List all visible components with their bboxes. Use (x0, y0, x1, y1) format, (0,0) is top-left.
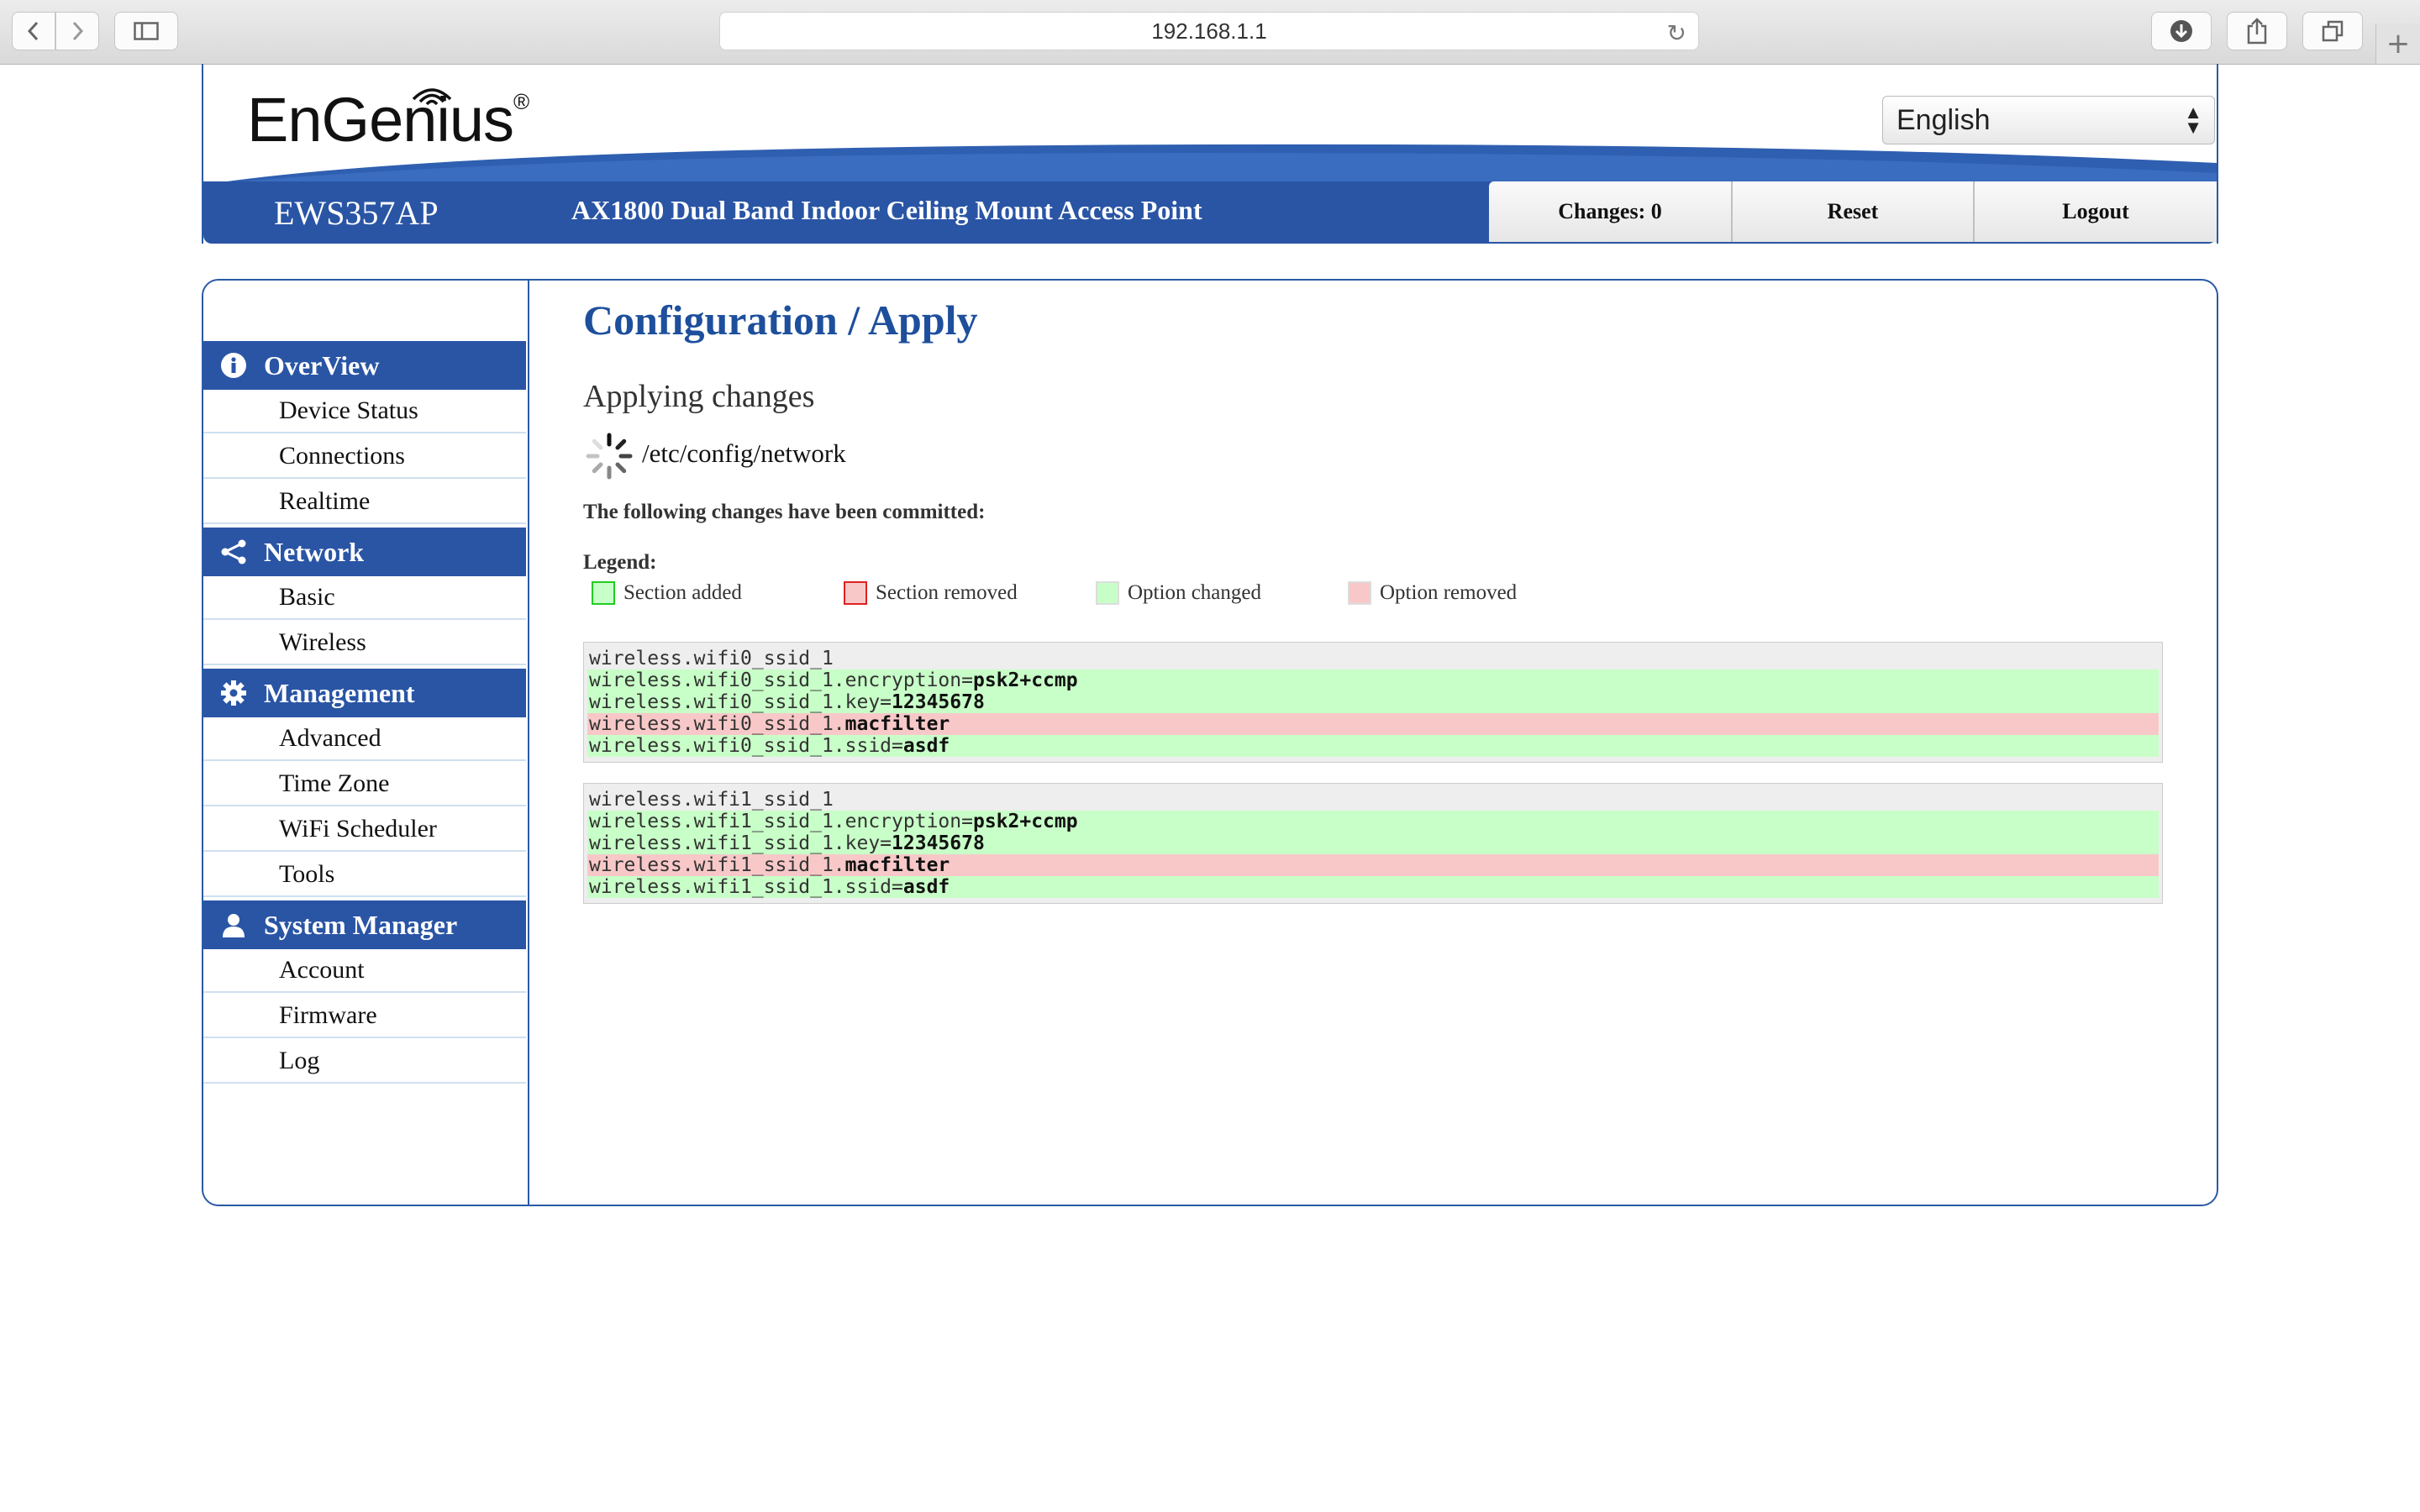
sidebar-section-label: Network (264, 536, 365, 567)
sidebar-item-wireless[interactable]: Wireless (203, 622, 526, 665)
sidebar: OverView Device Status Connections Realt… (203, 281, 529, 1205)
sidebar-item-connections[interactable]: Connections (203, 435, 526, 479)
legend-section-added: Section added (592, 581, 742, 605)
tabs-icon[interactable] (2302, 12, 2363, 50)
sidebar-section-label: OverView (264, 349, 380, 381)
legend-label: Section removed (876, 581, 1018, 604)
diff-line: wireless.wifi1_ssid_1.encryption=psk2+cc… (587, 811, 2159, 832)
sidebar-item-advanced[interactable]: Advanced (203, 717, 526, 761)
sidebar-icon[interactable] (114, 12, 178, 50)
diff-line: wireless.wifi1_ssid_1 (589, 789, 834, 811)
header-bar: EWS357AP AX1800 Dual Band Indoor Ceiling… (203, 181, 2217, 244)
diff-line: wireless.wifi0_ssid_1.macfilter (587, 713, 2159, 735)
gear-icon (218, 678, 249, 708)
wifi-logo-icon (412, 88, 452, 106)
legend-swatch (1096, 581, 1119, 605)
diff-line: wireless.wifi0_ssid_1.encryption=psk2+cc… (587, 669, 2159, 691)
sidebar-item-tools[interactable]: Tools (203, 853, 526, 897)
applying-heading: Applying changes (583, 379, 815, 414)
forward-icon[interactable] (55, 12, 99, 50)
sidebar-section-label: System Manager (264, 909, 458, 940)
select-arrows-icon: ▲ ▼ (2184, 102, 2202, 138)
user-icon (218, 910, 249, 940)
share-network-icon (218, 537, 249, 567)
diff-line: wireless.wifi1_ssid_1.key=12345678 (587, 832, 2159, 854)
sidebar-section-overview[interactable]: OverView (203, 341, 526, 390)
legend-label: Option removed (1380, 581, 1518, 604)
logout-button[interactable]: Logout (1973, 181, 2217, 242)
page-title: Configuration / Apply (583, 297, 978, 344)
diff-line: wireless.wifi1_ssid_1.ssid=asdf (587, 876, 2159, 898)
sidebar-section-management[interactable]: Management (203, 669, 526, 717)
diff-line: wireless.wifi0_ssid_1.key=12345678 (587, 691, 2159, 713)
sidebar-item-firmware[interactable]: Firmware (203, 995, 526, 1038)
new-tab-icon[interactable]: + (2375, 24, 2420, 64)
sidebar-section-label: Management (264, 677, 415, 708)
legend-title: Legend: (583, 551, 657, 574)
sidebar-item-basic[interactable]: Basic (203, 576, 526, 620)
sidebar-item-account[interactable]: Account (203, 949, 526, 993)
browser-toolbar: 192.168.1.1 ↻ + (0, 0, 2420, 65)
loading-spinner-icon (586, 433, 633, 480)
language-value: English (1897, 103, 1991, 136)
share-icon[interactable] (2227, 12, 2287, 50)
diff-line: wireless.wifi1_ssid_1.macfilter (587, 854, 2159, 876)
download-icon[interactable] (2151, 12, 2212, 50)
sidebar-section-network[interactable]: Network (203, 528, 526, 576)
reset-button[interactable]: Reset (1731, 181, 1973, 242)
content-area: Configuration / Apply Applying changes /… (528, 281, 2217, 1205)
model-name: EWS357AP (274, 194, 439, 232)
config-path: /etc/config/network (642, 438, 846, 468)
header-swoosh (203, 144, 2217, 185)
legend-swatch (1348, 581, 1371, 605)
back-icon[interactable] (12, 12, 55, 50)
diff-block-wifi0: wireless.wifi0_ssid_1 wireless.wifi0_ssi… (583, 642, 2163, 763)
model-description: AX1800 Dual Band Indoor Ceiling Mount Ac… (571, 195, 1202, 225)
sidebar-item-realtime[interactable]: Realtime (203, 480, 526, 524)
diff-line: wireless.wifi0_ssid_1 (589, 648, 834, 669)
legend-option-removed: Option removed (1348, 581, 1517, 605)
sidebar-item-wifi-scheduler[interactable]: WiFi Scheduler (203, 808, 526, 852)
sidebar-item-log[interactable]: Log (203, 1040, 526, 1084)
sidebar-section-system-manager[interactable]: System Manager (203, 900, 526, 949)
legend-swatch (592, 581, 615, 605)
address-bar[interactable]: 192.168.1.1 ↻ (719, 12, 1699, 50)
page-header: EnGenius® English ▲ ▼ EWS357AP AX1800 Dua… (202, 64, 2218, 244)
legend-section-removed: Section removed (844, 581, 1018, 605)
changes-button[interactable]: Changes: 0 (1489, 181, 1731, 242)
sidebar-item-time-zone[interactable]: Time Zone (203, 763, 526, 806)
legend-option-changed: Option changed (1096, 581, 1261, 605)
committed-text: The following changes have been committe… (583, 501, 986, 523)
sidebar-item-device-status[interactable]: Device Status (203, 390, 526, 433)
legend-label: Section added (623, 581, 742, 604)
info-icon (218, 350, 249, 381)
legend-label: Option changed (1128, 581, 1261, 604)
main-panel: OverView Device Status Connections Realt… (202, 279, 2218, 1206)
diff-block-wifi1: wireless.wifi1_ssid_1 wireless.wifi1_ssi… (583, 783, 2163, 904)
reload-icon[interactable]: ↻ (1667, 19, 1686, 47)
url-text: 192.168.1.1 (1151, 18, 1267, 44)
diff-line: wireless.wifi0_ssid_1.ssid=asdf (587, 735, 2159, 757)
legend-swatch (844, 581, 867, 605)
